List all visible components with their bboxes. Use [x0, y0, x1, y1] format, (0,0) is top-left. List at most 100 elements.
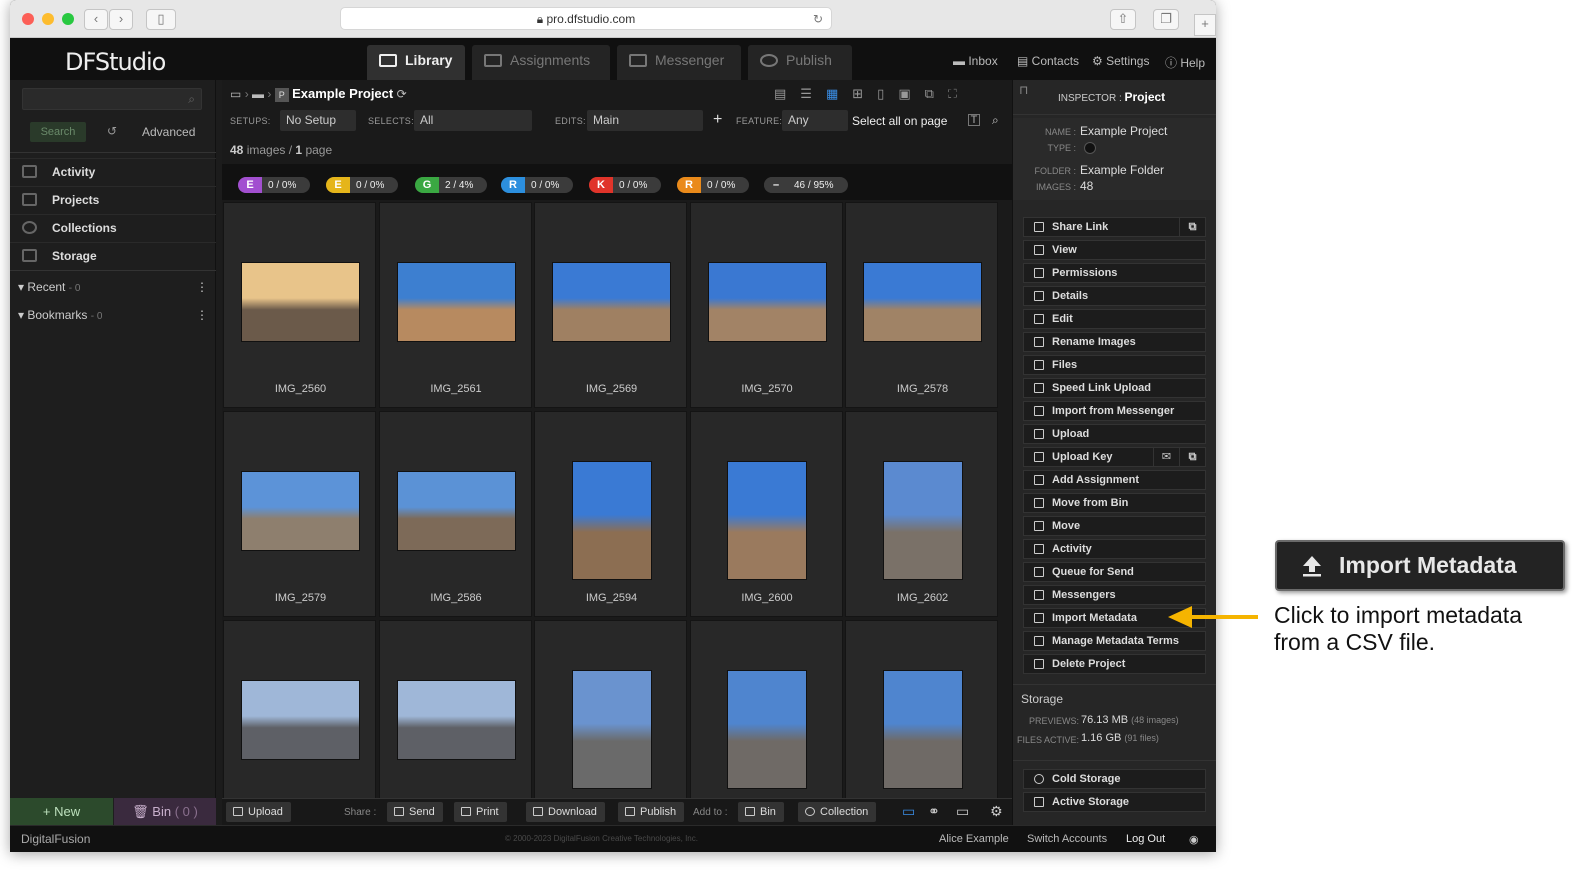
action-upload[interactable]: Upload — [1023, 424, 1206, 444]
sidebar-item-projects[interactable]: Projects — [10, 186, 216, 212]
advanced-search-link[interactable]: Advanced — [142, 125, 195, 139]
label-pill[interactable]: E 0 / 0% — [238, 177, 310, 193]
copy-icon[interactable]: ⧉ — [1179, 448, 1205, 466]
edits-select[interactable]: Main — [587, 110, 703, 131]
new-tab-button[interactable]: + — [1194, 14, 1216, 36]
large-grid-icon[interactable]: ⊞ — [852, 86, 877, 101]
tab-library[interactable]: Library — [367, 45, 465, 80]
reload-icon[interactable]: ↻ — [813, 8, 823, 30]
image-thumbnail[interactable] — [571, 670, 652, 789]
tab-messenger[interactable]: Messenger — [617, 45, 741, 80]
search-icon[interactable]: ⌕ — [992, 113, 999, 128]
print-button[interactable]: Print — [454, 802, 507, 822]
fullscreen-icon[interactable]: ⛶ — [948, 86, 971, 101]
action-share-link[interactable]: Share Link ⧉ — [1023, 217, 1206, 237]
sidebar-item-storage[interactable]: Storage — [10, 242, 216, 268]
refresh-icon[interactable]: ⟳ — [397, 87, 407, 101]
tabs-icon[interactable]: ❐ — [1153, 9, 1179, 30]
single-view-icon[interactable]: ▯ — [877, 86, 898, 101]
action-import-from-messenger[interactable]: Import from Messenger — [1023, 401, 1206, 421]
sidebar-toggle-icon[interactable]: ▯ — [146, 9, 176, 30]
recent-menu-icon[interactable]: ⋮ — [196, 280, 208, 294]
add-to-collection-button[interactable]: Collection — [798, 802, 877, 822]
list-view-icon[interactable]: ☰ — [800, 86, 826, 101]
action-speed-link-upload[interactable]: Speed Link Upload — [1023, 378, 1206, 398]
copy-icon[interactable]: ⧉ — [1179, 218, 1205, 236]
loupe-icon[interactable]: ⧉ — [925, 86, 948, 101]
action-manage-metadata-terms[interactable]: Manage Metadata Terms — [1023, 631, 1206, 651]
label-pill[interactable]: K 0 / 0% — [589, 177, 661, 193]
search-button[interactable]: Search — [30, 122, 86, 142]
image-thumbnail[interactable] — [727, 461, 807, 580]
image-thumbnail[interactable] — [396, 262, 516, 342]
image-thumbnail[interactable] — [552, 262, 671, 342]
eye-icon[interactable]: ◉ — [1189, 833, 1199, 846]
image-cell[interactable]: IMG_2570 — [689, 202, 843, 408]
close-window-button[interactable] — [22, 13, 34, 25]
switch-accounts-link[interactable]: Switch Accounts — [1027, 833, 1107, 845]
search-input[interactable]: ⌕ — [22, 88, 202, 110]
image-thumbnail[interactable] — [727, 670, 807, 789]
tab-publish[interactable]: Publish — [748, 45, 852, 80]
action-upload-key[interactable]: Upload Key ✉ ⧉ — [1023, 447, 1206, 467]
image-cell[interactable] — [223, 620, 376, 826]
email-icon[interactable]: ✉ — [1153, 448, 1179, 466]
selects-select[interactable]: All — [414, 110, 532, 131]
action-view[interactable]: View — [1023, 240, 1206, 260]
compare-view-icon[interactable]: ▣ — [898, 86, 924, 101]
action-add-assignment[interactable]: Add Assignment — [1023, 470, 1206, 490]
image-cell[interactable] — [689, 620, 843, 826]
upload-button[interactable]: Upload — [226, 802, 291, 822]
logout-link[interactable]: Log Out — [1126, 833, 1165, 845]
bookmark-icon[interactable]: ⊓ — [1019, 83, 1028, 97]
image-thumbnail[interactable] — [571, 461, 652, 580]
library-icon[interactable]: ▭ — [230, 87, 241, 101]
active-storage-button[interactable]: Active Storage — [1023, 792, 1206, 812]
action-queue-for-send[interactable]: Queue for Send — [1023, 562, 1206, 582]
image-cell[interactable]: IMG_2600 — [689, 411, 843, 617]
label-pill[interactable]: –46 / 95% — [764, 177, 848, 193]
send-button[interactable]: Send — [387, 802, 443, 822]
maximize-window-button[interactable] — [62, 13, 74, 25]
label-pill[interactable]: R 0 / 0% — [501, 177, 573, 193]
label-pill[interactable]: E 0 / 0% — [326, 177, 398, 193]
download-button[interactable]: Download — [526, 802, 605, 822]
label-pill[interactable]: R 0 / 0% — [677, 177, 749, 193]
image-thumbnail[interactable] — [882, 670, 963, 789]
recent-section[interactable]: ▾ Recent - 0 — [18, 280, 80, 294]
image-cell[interactable]: IMG_2586 — [378, 411, 532, 617]
label-pill[interactable]: G 2 / 4% — [415, 177, 487, 193]
share-icon[interactable]: ⇧ — [1110, 9, 1136, 30]
back-button[interactable]: ‹ — [84, 9, 108, 30]
contacts-link[interactable]: ▤ Contacts — [1017, 54, 1079, 68]
grid-view-icon[interactable]: ▦ — [826, 86, 852, 101]
image-thumbnail[interactable] — [241, 471, 360, 551]
help-link[interactable]: ⓘ Help — [1165, 54, 1205, 71]
image-cell[interactable]: IMG_2578 — [845, 202, 998, 408]
image-thumbnail[interactable] — [707, 262, 827, 342]
select-all-link[interactable]: Select all on page — [852, 114, 947, 128]
user-name[interactable]: Alice Example — [939, 833, 1009, 845]
action-files[interactable]: Files — [1023, 355, 1206, 375]
image-cell[interactable]: IMG_2561 — [378, 202, 532, 408]
publish-button[interactable]: Publish — [618, 802, 685, 822]
action-delete-project[interactable]: Delete Project — [1023, 654, 1206, 674]
image-cell[interactable]: IMG_2569 — [534, 202, 687, 408]
bookmarks-section[interactable]: ▾ Bookmarks - 0 — [18, 308, 102, 322]
image-cell[interactable] — [845, 620, 998, 826]
image-thumbnail[interactable] — [863, 262, 982, 342]
feature-select[interactable]: Any — [782, 110, 848, 131]
gear-icon[interactable]: ⚙ — [990, 803, 1003, 820]
settings-link[interactable]: ⚙ Settings — [1092, 54, 1149, 68]
text-tool-icon[interactable]: T — [968, 114, 980, 126]
image-thumbnail[interactable] — [396, 680, 516, 760]
action-edit[interactable]: Edit — [1023, 309, 1206, 329]
new-button[interactable]: + New — [10, 798, 113, 825]
cold-storage-button[interactable]: Cold Storage — [1023, 769, 1206, 789]
image-cell[interactable] — [378, 620, 532, 826]
bin-button[interactable]: 🗑︎ Bin ( 0 ) — [114, 798, 216, 825]
sidebar-item-collections[interactable]: Collections — [10, 214, 216, 240]
image-cell[interactable]: IMG_2560 — [223, 202, 376, 408]
action-rename-images[interactable]: Rename Images — [1023, 332, 1206, 352]
image-thumbnail[interactable] — [396, 471, 516, 551]
